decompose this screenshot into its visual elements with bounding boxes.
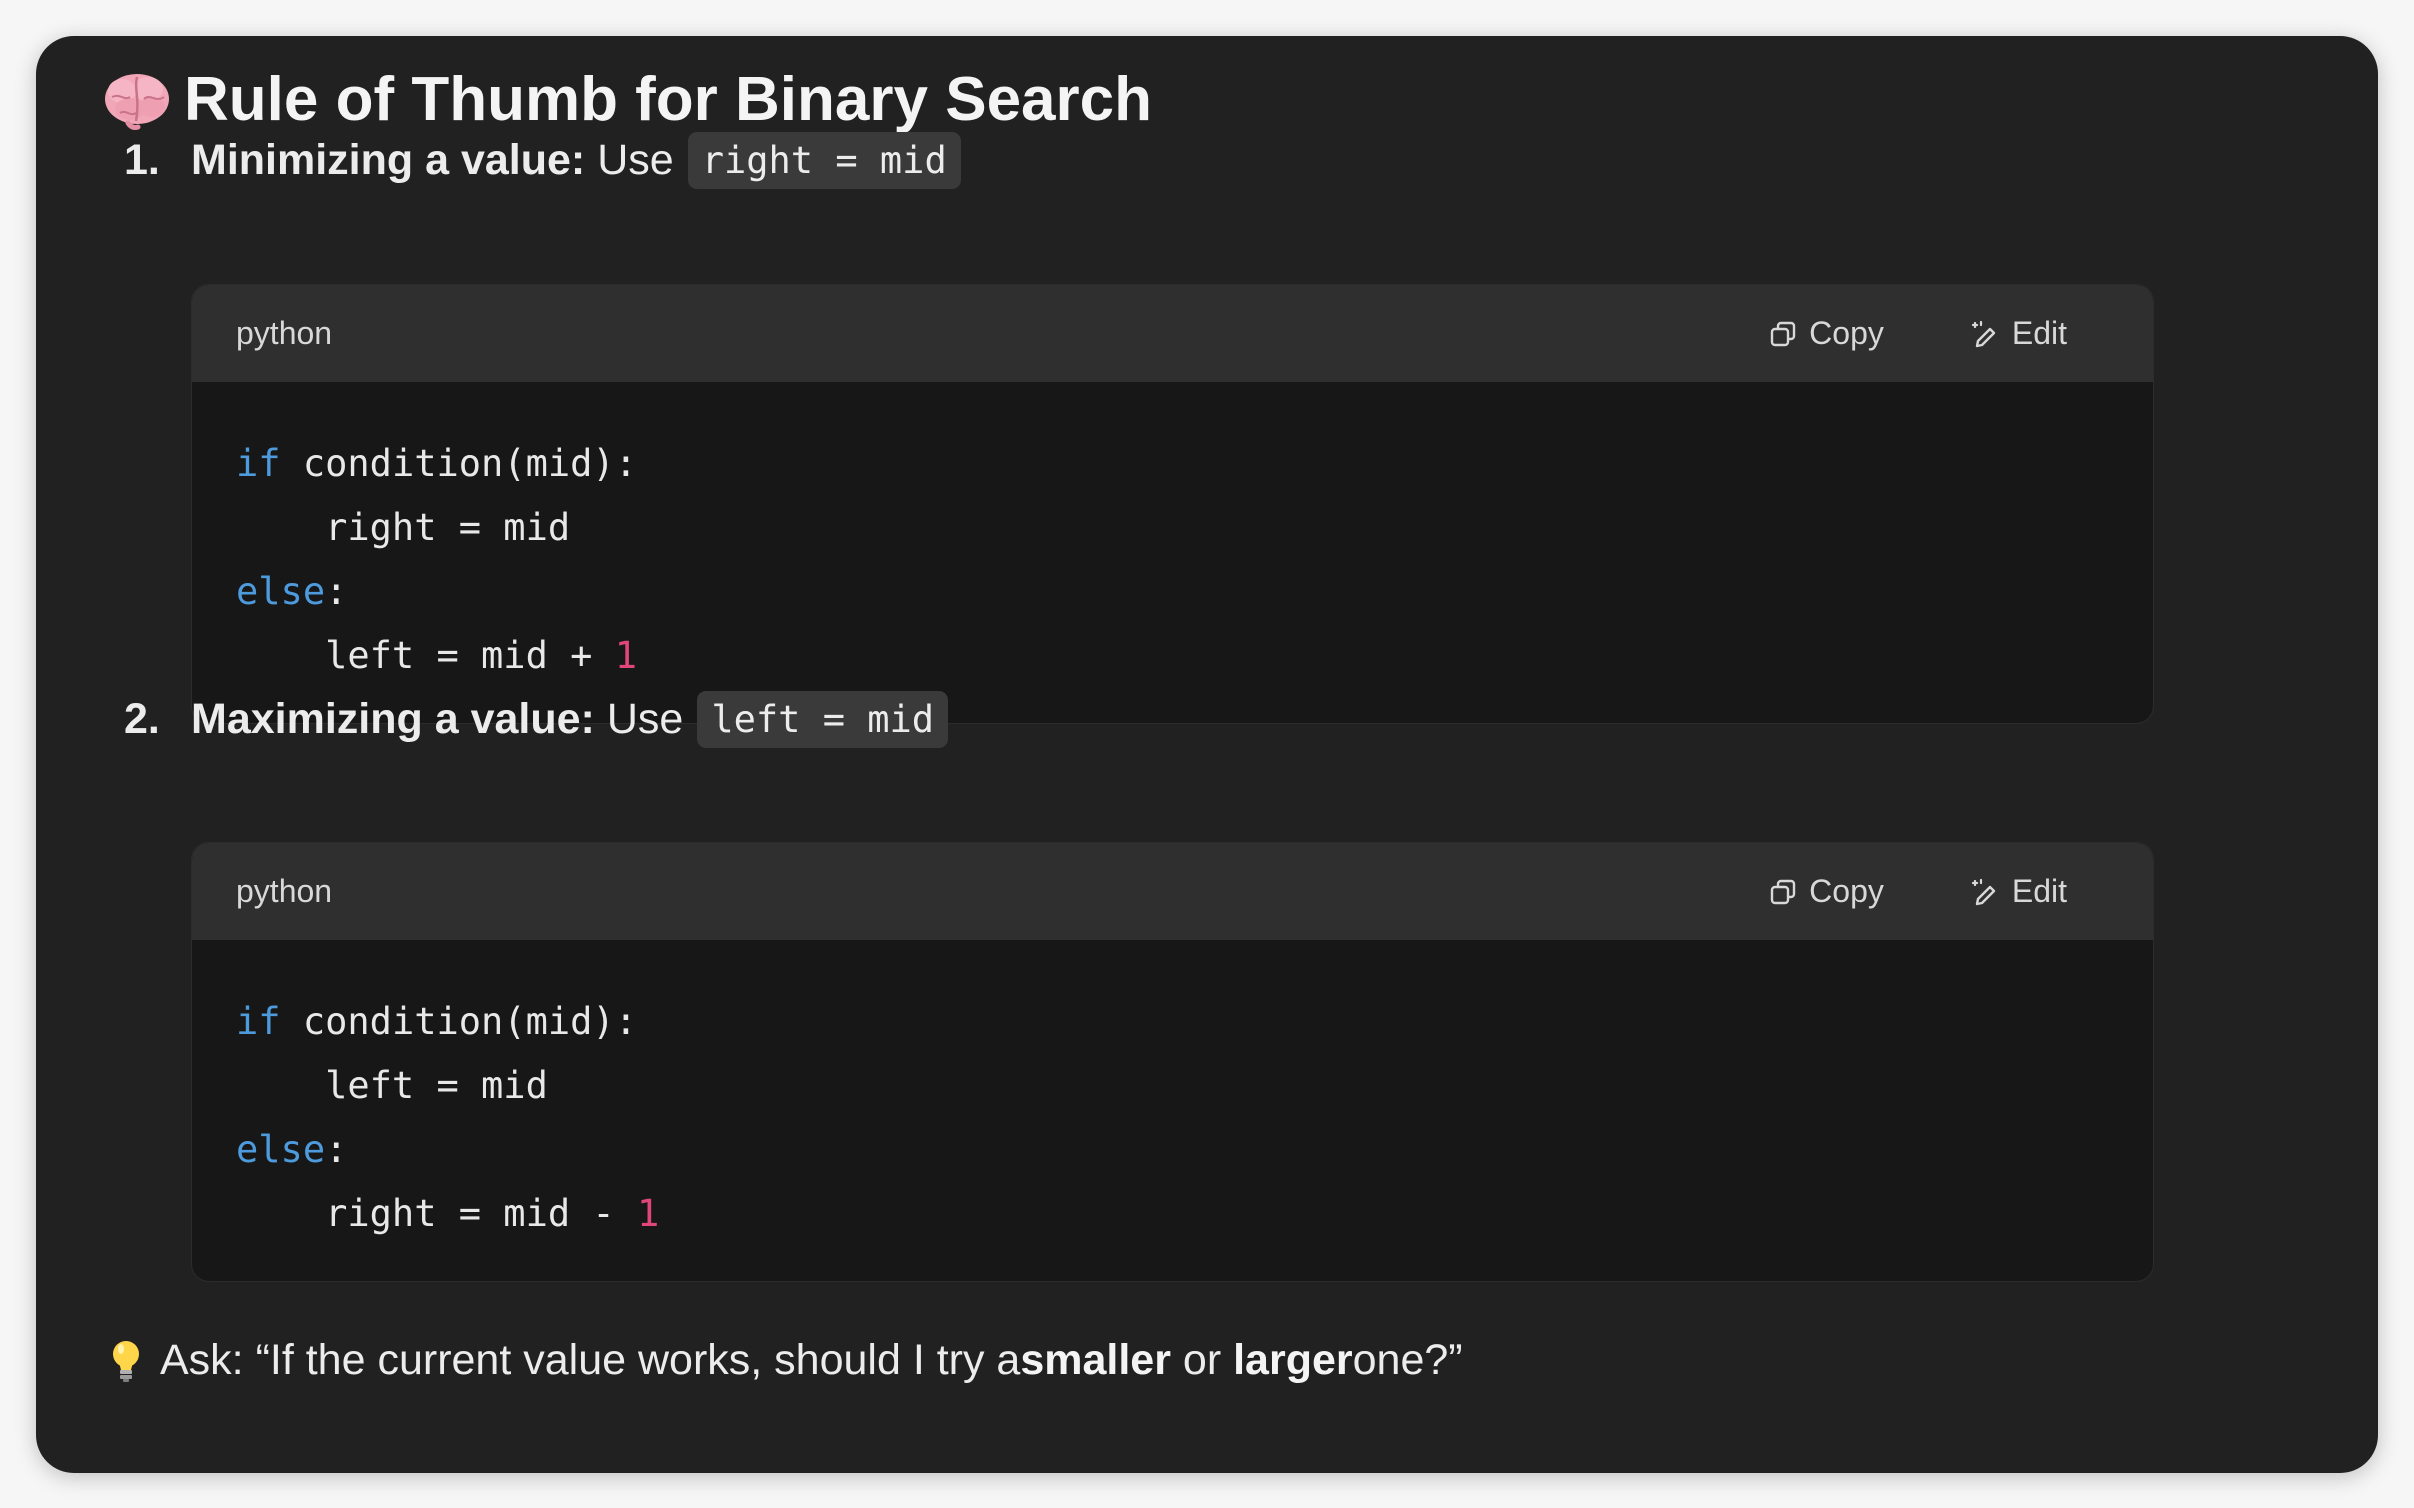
copy-button-label: Copy: [1809, 873, 1884, 909]
tip-bold-larger: larger: [1233, 1336, 1353, 1384]
tip-text-prefix: Ask: “If the current value works, should…: [160, 1336, 1021, 1384]
list-item-heading: Minimizing a value:: [191, 136, 586, 184]
tip-line: Ask: “If the current value works, should…: [108, 1336, 1463, 1385]
pencil-icon: [1971, 320, 1996, 347]
code-block-minimizing: python Copy Edit if condition(mid): righ…: [191, 284, 2154, 724]
code-language-label: python: [236, 873, 333, 909]
edit-button-label: Edit: [2011, 873, 2067, 909]
code-block-maximizing: python Copy Edit if condition(mid): left…: [191, 842, 2154, 1282]
code-line: right = mid - 1: [236, 1192, 660, 1235]
code-line: left = mid + 1: [236, 634, 637, 677]
tip-bold-smaller: smaller: [1020, 1336, 1171, 1384]
copy-icon: [1770, 879, 1796, 904]
tip-text-middle: or: [1170, 1336, 1234, 1384]
code-line: if condition(mid):: [236, 1000, 637, 1043]
edit-button-label: Edit: [2011, 315, 2067, 351]
tip-text-suffix: one?”: [1352, 1336, 1463, 1384]
inline-code: right = mid: [687, 132, 961, 189]
lightbulb-icon: [113, 1340, 139, 1382]
list-item-text: Use: [597, 136, 674, 184]
code-line: else:: [236, 1128, 348, 1171]
page-title: Rule of Thumb for Binary Search: [102, 64, 1152, 135]
brain-icon: [105, 73, 169, 130]
edit-button[interactable]: Edit: [1970, 873, 2067, 910]
copy-icon: [1770, 321, 1796, 346]
copy-button[interactable]: Copy: [1769, 315, 1884, 352]
code-block-header: python Copy Edit: [192, 843, 2153, 940]
list-number: 2.: [124, 695, 160, 743]
code-line: right = mid: [236, 506, 571, 549]
inline-code: left = mid: [697, 691, 949, 748]
page-title-text: Rule of Thumb for Binary Search: [184, 65, 1153, 134]
code-language-label: python: [236, 315, 333, 351]
response-card: Rule of Thumb for Binary Search 1. Minim…: [36, 36, 2378, 1473]
list-item-maximizing: 2. Maximizing a value: Use left = mid: [124, 691, 949, 748]
code-content: if condition(mid): left = mid else: right…: [192, 940, 2153, 1246]
list-item-minimizing: 1. Minimizing a value: Use right = mid: [124, 132, 961, 189]
code-line: else:: [236, 570, 348, 613]
list-item-heading: Maximizing a value:: [191, 695, 595, 743]
list-item-text: Use: [606, 695, 684, 743]
pencil-icon: [1971, 878, 1996, 905]
code-content: if condition(mid): right = mid else: left…: [192, 382, 2153, 688]
list-number: 1.: [124, 136, 160, 184]
code-line: if condition(mid):: [236, 442, 637, 485]
code-line: left = mid: [236, 1064, 548, 1107]
copy-button[interactable]: Copy: [1769, 873, 1884, 910]
code-block-header: python Copy Edit: [192, 285, 2153, 382]
edit-button[interactable]: Edit: [1970, 315, 2067, 352]
copy-button-label: Copy: [1809, 315, 1884, 351]
